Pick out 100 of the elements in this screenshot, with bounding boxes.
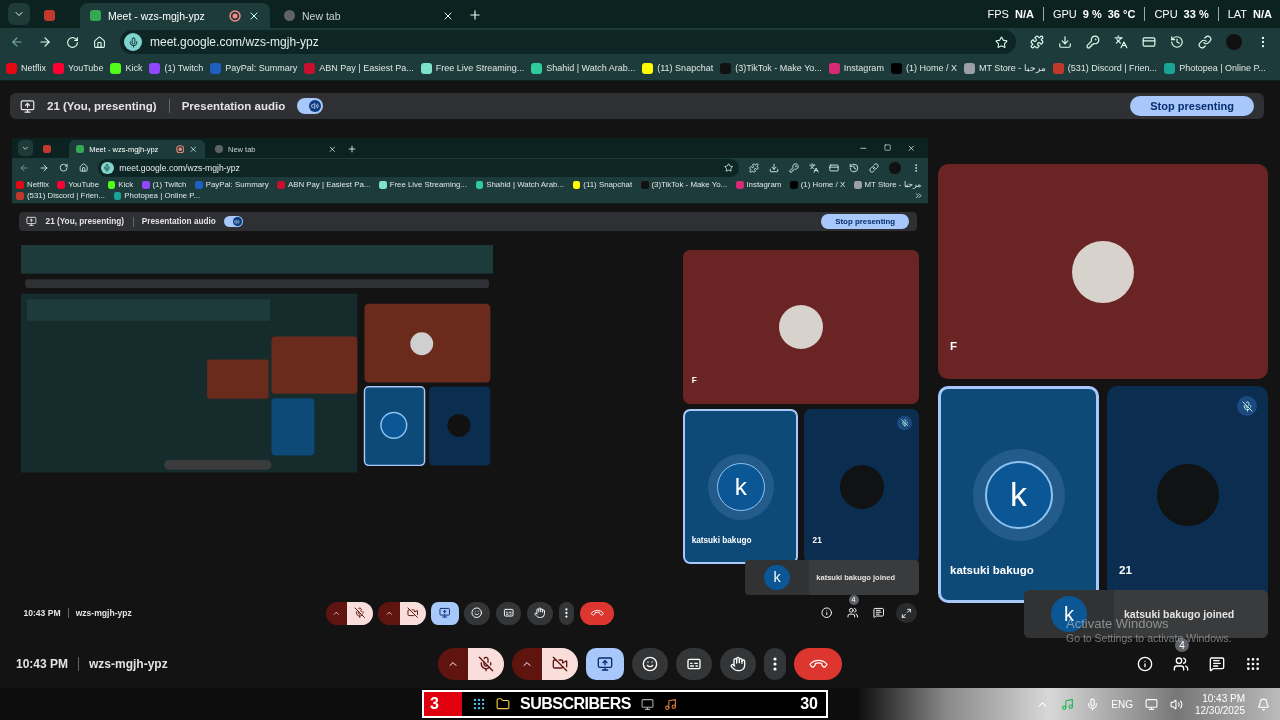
present-screen-button[interactable] (431, 601, 459, 625)
captions-button[interactable] (495, 601, 522, 625)
microphone-button[interactable] (468, 648, 504, 680)
info-icon (1137, 656, 1153, 672)
bookmark-link[interactable]: (1) Twitch (141, 180, 187, 190)
bookmark-link[interactable]: (531) Discord | Frien... (1052, 62, 1158, 74)
bookmark-link[interactable]: (3)TikTok - Make Yo... (640, 180, 728, 190)
presentation-audio-label: Presentation audio (181, 100, 286, 112)
bookmark-link[interactable]: Photopea | Online P... (1164, 62, 1266, 74)
download-icon[interactable] (1058, 35, 1072, 49)
notification-text: katsuki bakugo joined (1124, 608, 1235, 620)
camera-button[interactable] (399, 601, 426, 625)
stop-presenting-button[interactable]: Stop presenting (820, 214, 910, 229)
address-bar[interactable]: meet.google.com/wzs-mgjh-ypz (120, 30, 1016, 54)
fullscreen-button[interactable] (896, 603, 917, 624)
presentation-audio-label: Presentation audio (141, 217, 216, 227)
mic-off-icon (478, 656, 494, 672)
emoji-button[interactable] (632, 648, 668, 680)
card-icon[interactable] (1142, 35, 1156, 49)
bookmark-link[interactable]: Shahid | Watch Arab... (475, 180, 564, 190)
raise-hand-button[interactable] (720, 648, 756, 680)
grid-icon (1245, 656, 1261, 672)
site-icon (44, 10, 55, 21)
start-icon[interactable] (472, 697, 486, 711)
folder-icon[interactable] (496, 697, 510, 711)
browser-tab[interactable]: New tab (274, 3, 464, 28)
participant-name: 21 (1119, 564, 1132, 576)
more-options-button[interactable] (558, 601, 575, 625)
bookmark-link[interactable]: MT Store - مرحبا (963, 62, 1046, 74)
more-options-button[interactable] (764, 648, 786, 680)
meeting-code: wzs-mgjh-ypz (89, 657, 168, 671)
app-icon[interactable] (663, 697, 677, 711)
subscriber-count: 3 (424, 692, 462, 716)
bookmark-link[interactable]: Free Live Streaming... (378, 180, 467, 190)
bookmark-link[interactable]: (1) Twitch (149, 62, 204, 74)
bookmark-link[interactable]: (11) Snapchat (642, 62, 714, 74)
network-icon[interactable] (1144, 697, 1158, 711)
presenting-label: 21 (You, presenting) (45, 217, 124, 227)
bookmark-link[interactable]: Netflix (16, 180, 49, 190)
perf-label: FPS (987, 8, 1009, 20)
app-icon[interactable] (640, 697, 654, 711)
present-screen-button[interactable] (586, 648, 624, 680)
subscriber-total: 30 (800, 695, 819, 713)
audio-toggle[interactable] (297, 98, 324, 114)
bookmark-link[interactable]: PayPal: Summary (210, 62, 298, 74)
tab-search-button[interactable] (17, 140, 34, 156)
link-icon[interactable] (1198, 35, 1212, 49)
perf-label: LAT (1227, 8, 1248, 20)
bookmark-link[interactable]: ABN Pay | Easiest Pa... (304, 62, 414, 74)
end-call-button[interactable] (794, 648, 842, 680)
bookmark-link[interactable]: PayPal: Summary (195, 180, 269, 190)
address-bar[interactable]: meet.google.com/wzs-mgjh-ypz (97, 159, 740, 177)
bookmark-link[interactable]: Netflix (6, 62, 46, 74)
bookmark-link[interactable]: Shahid | Watch Arab... (531, 62, 636, 74)
meeting-time: 10:43 PM (23, 608, 61, 619)
bookmark-link[interactable]: Instagram (828, 62, 884, 74)
people-icon (1173, 656, 1189, 672)
bookmark-link[interactable]: Instagram (735, 180, 782, 190)
bookmark-link[interactable]: YouTube (57, 180, 100, 190)
extensions-icon[interactable] (1030, 35, 1044, 49)
audio-toggle[interactable] (224, 215, 243, 228)
reload-icon[interactable] (66, 35, 79, 49)
history-icon[interactable] (1170, 35, 1184, 49)
home-icon[interactable] (93, 35, 106, 49)
volume-icon[interactable] (1169, 697, 1183, 711)
site-icon (76, 145, 85, 153)
bookmark-link[interactable]: (11) Snapchat (572, 180, 633, 190)
site-icon (43, 145, 52, 153)
bookmark-link[interactable]: Free Live Streaming... (420, 62, 525, 74)
site-icon (90, 10, 101, 21)
site-icon (284, 10, 295, 21)
forward-icon[interactable] (38, 35, 52, 49)
stop-presenting-button[interactable]: Stop presenting (1130, 96, 1254, 116)
bookmark-link[interactable]: (3)TikTok - Make Yo... (720, 62, 822, 74)
perf-value: 9 % (1082, 8, 1102, 20)
bookmark-link[interactable]: YouTube (53, 62, 104, 74)
camera-button[interactable] (542, 648, 578, 680)
bookmark-link[interactable]: (1) Home / X (789, 180, 846, 190)
tab-search-button[interactable] (8, 3, 30, 25)
bookmark-link[interactable]: Photopea | Online P... (113, 191, 201, 201)
bookmark-link[interactable]: ABN Pay | Easiest Pa... (277, 180, 371, 190)
microphone-button[interactable] (346, 601, 373, 625)
key-icon[interactable] (1086, 35, 1100, 49)
back-icon[interactable] (10, 35, 24, 49)
raise-hand-button[interactable] (527, 601, 553, 625)
bookmark-star-icon[interactable] (995, 35, 1008, 49)
new-tab-icon[interactable] (468, 8, 482, 22)
bookmark-link[interactable]: Kick (110, 62, 143, 74)
translate-icon[interactable] (1114, 35, 1128, 49)
chat-icon (1209, 656, 1225, 672)
captions-button[interactable] (676, 648, 712, 680)
perf-label: GPU (1052, 8, 1077, 20)
bookmark-link[interactable]: MT Store - مرحبا (853, 180, 921, 190)
more-icon (565, 608, 568, 619)
bookmark-link[interactable]: (1) Home / X (890, 62, 957, 74)
bookmark-link[interactable]: Kick (107, 180, 134, 190)
end-call-button[interactable] (580, 601, 615, 625)
bookmark-link[interactable]: (531) Discord | Frien... (16, 191, 106, 201)
emoji-button[interactable] (464, 601, 490, 625)
browser-tab[interactable]: Meet - wzs-mgjh-ypz (80, 3, 270, 28)
